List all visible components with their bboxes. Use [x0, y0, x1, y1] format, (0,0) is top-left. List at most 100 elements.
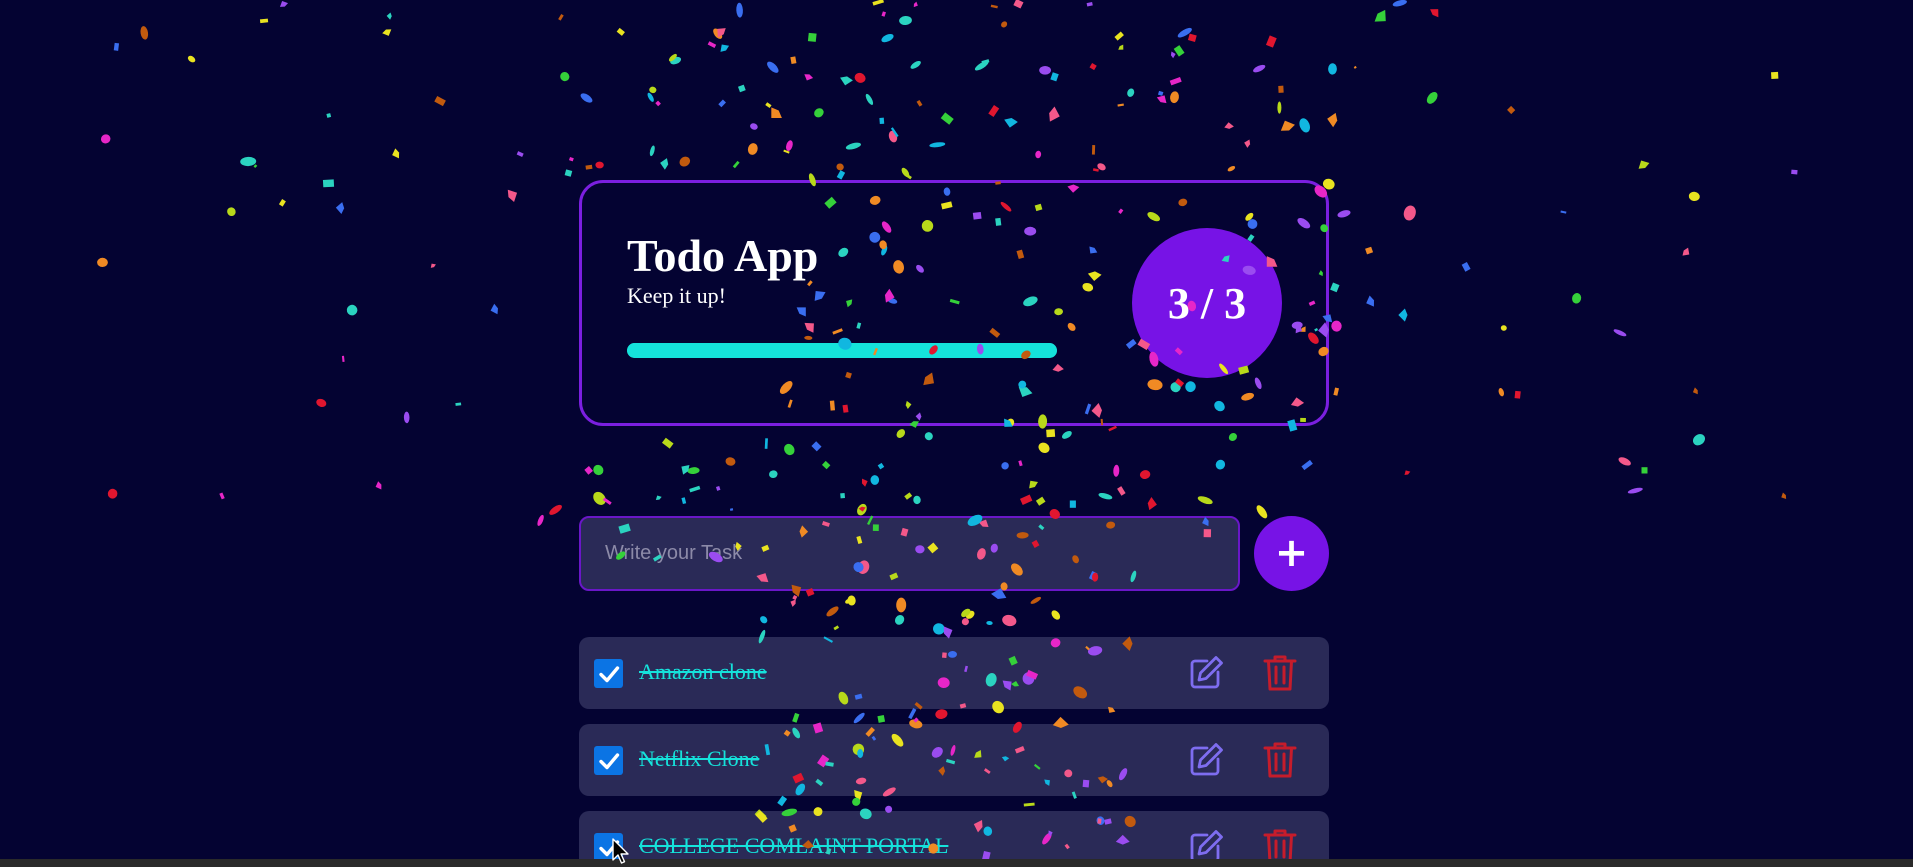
edit-task-button[interactable]: [1185, 739, 1227, 781]
confetti-piece: [1688, 191, 1700, 202]
confetti-piece: [647, 92, 654, 102]
confetti-piece: [593, 491, 606, 505]
mouse-cursor-icon: [612, 838, 629, 864]
confetti-piece: [1147, 497, 1157, 511]
task-checkbox[interactable]: [594, 659, 623, 688]
confetti-piece: [1051, 610, 1061, 620]
confetti-piece: [1005, 615, 1014, 624]
confetti-piece: [870, 475, 880, 485]
confetti-piece: [1170, 51, 1176, 59]
confetti-piece: [1118, 44, 1124, 50]
confetti-piece: [877, 462, 885, 470]
confetti-piece: [1013, 0, 1024, 9]
confetti-piece: [240, 156, 257, 167]
confetti-piece: [857, 503, 867, 516]
confetti-piece: [1638, 160, 1650, 169]
confetti-piece: [585, 164, 593, 170]
confetti-piece: [602, 497, 612, 505]
app-title: Todo App: [627, 230, 819, 281]
confetti-piece: [1091, 145, 1096, 155]
task-checkbox[interactable]: [594, 746, 623, 775]
confetti-piece: [783, 149, 790, 154]
confetti-piece: [1173, 45, 1185, 57]
confetti-piece: [847, 595, 856, 606]
confetti-piece: [1403, 205, 1416, 221]
confetti-piece: [1177, 27, 1192, 38]
confetti-piece: [1337, 210, 1351, 218]
confetti-piece: [1035, 496, 1046, 506]
confetti-piece: [1061, 430, 1072, 439]
confetti-piece: [1001, 462, 1009, 470]
task-form: +: [579, 516, 1329, 591]
confetti-piece: [1374, 9, 1386, 22]
confetti-piece: [1366, 295, 1375, 307]
confetti-piece: [1169, 76, 1182, 86]
confetti-piece: [845, 142, 861, 150]
confetti-piece: [1771, 71, 1779, 79]
confetti-piece: [910, 60, 921, 69]
confetti-piece: [560, 72, 570, 82]
task-input[interactable]: [579, 516, 1240, 591]
confetti-piece: [901, 167, 910, 178]
confetti-piece: [1781, 492, 1787, 500]
confetti-piece: [649, 145, 655, 157]
confetti-piece: [965, 610, 975, 619]
confetti-piece: [537, 514, 544, 526]
confetti-piece: [386, 12, 392, 20]
confetti-piece: [1430, 9, 1439, 18]
confetti-piece: [765, 102, 772, 109]
confetti-piece: [278, 199, 286, 207]
confetti-piece: [1330, 282, 1340, 293]
confetti-piece: [558, 14, 564, 21]
confetti-piece: [1227, 165, 1236, 172]
confetti-piece: [580, 93, 593, 103]
confetti-piece: [1038, 442, 1050, 454]
confetti-piece: [1299, 118, 1310, 133]
confetti-piece: [913, 495, 921, 505]
confetti-piece: [974, 60, 989, 71]
edit-pencil-icon: [1190, 743, 1223, 776]
confetti-piece: [1398, 308, 1408, 322]
completion-badge: 3 / 3: [1132, 228, 1282, 378]
completion-count: 3 / 3: [1167, 278, 1247, 328]
checkmark-icon: [598, 665, 619, 682]
confetti-piece: [729, 508, 734, 511]
confetti-piece: [865, 93, 874, 105]
delete-task-button[interactable]: [1259, 652, 1301, 694]
confetti-piece: [584, 466, 593, 475]
confetti-piece: [434, 95, 446, 107]
confetti-piece: [516, 151, 524, 157]
confetti-piece: [113, 42, 120, 51]
confetti-piece: [1113, 464, 1120, 477]
confetti-piece: [732, 160, 740, 169]
add-task-button[interactable]: +: [1254, 516, 1329, 591]
confetti-piece: [1641, 467, 1648, 474]
confetti-piece: [821, 460, 831, 470]
confetti-piece: [1328, 63, 1337, 75]
confetti-piece: [1461, 261, 1471, 272]
bottom-edge-strip: [0, 859, 1913, 867]
confetti-piece: [1117, 486, 1126, 496]
confetti-piece: [490, 303, 498, 315]
edit-task-button[interactable]: [1185, 652, 1227, 694]
task-text: Amazon clone: [639, 659, 767, 684]
confetti-piece: [655, 495, 662, 500]
confetti-piece: [616, 27, 625, 36]
confetti-piece: [335, 202, 345, 215]
confetti-piece: [916, 99, 923, 107]
confetti-piece: [1097, 163, 1106, 171]
confetti-piece: [924, 432, 933, 441]
confetti-piece: [1618, 457, 1631, 466]
task-text: COLLEGE COMLAINT PORTAL: [639, 833, 949, 858]
confetti-piece: [1001, 21, 1008, 28]
edit-pencil-icon: [1190, 656, 1223, 689]
confetti-piece: [840, 76, 853, 86]
confetti-piece: [1365, 246, 1374, 255]
confetti-piece: [750, 123, 758, 130]
confetti-piece: [986, 620, 993, 626]
confetti-piece: [906, 174, 912, 180]
delete-task-button[interactable]: [1259, 739, 1301, 781]
confetti-piece: [725, 457, 736, 466]
confetti-piece: [507, 189, 518, 202]
confetti-piece: [872, 0, 884, 6]
